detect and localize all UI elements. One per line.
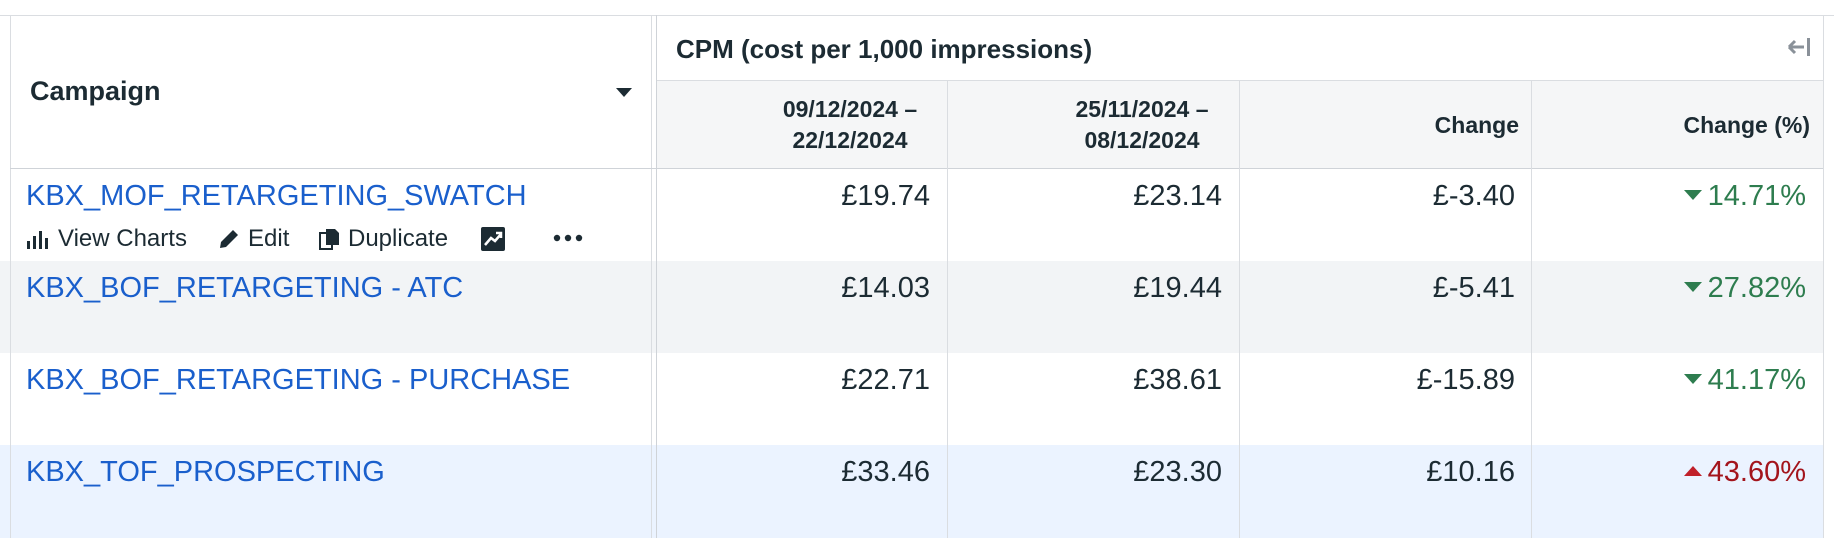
campaign-column-header[interactable]: Campaign (30, 76, 161, 107)
campaign-column-divider-inner (656, 15, 657, 538)
change-value: £10.16 (1426, 456, 1515, 488)
edit-button[interactable]: Edit (217, 225, 289, 253)
change-pct-text: 14.71% (1707, 180, 1806, 212)
right-border (1823, 15, 1824, 538)
current-period-header[interactable]: 09/12/2024 – 22/12/2024 (760, 94, 940, 156)
increase-triangle-icon (1683, 466, 1702, 477)
decrease-triangle-icon (1683, 374, 1702, 385)
header-bottom-border (10, 168, 1823, 169)
change-column-header[interactable]: Change (1260, 112, 1519, 139)
left-border (10, 15, 11, 538)
change-pct-text: 27.82% (1707, 272, 1806, 304)
change-pct-value: 14.71% (1560, 180, 1806, 213)
edit-label: Edit (248, 225, 290, 252)
column-divider-3 (1531, 80, 1532, 538)
duplicate-button[interactable]: Duplicate (318, 225, 448, 253)
previous-value: £38.61 (1133, 364, 1222, 396)
current-period-end: 22/12/2024 (792, 127, 908, 153)
change-pct-text: 41.17% (1707, 364, 1806, 396)
column-divider-2 (1239, 80, 1240, 538)
current-value: £19.74 (841, 180, 930, 212)
duplicate-label: Duplicate (348, 225, 449, 252)
metric-title-underline (657, 80, 1823, 81)
change-value: £-3.40 (1432, 180, 1515, 212)
caret-down-icon[interactable] (616, 88, 632, 97)
collapse-panel-icon[interactable] (1786, 35, 1812, 59)
previous-value: £23.30 (1133, 456, 1222, 488)
view-charts-button[interactable]: View Charts (26, 225, 187, 253)
current-value: £22.71 (841, 364, 930, 396)
change-value: £-5.41 (1432, 272, 1515, 304)
decrease-triangle-icon (1683, 282, 1702, 293)
duplicate-icon (318, 227, 342, 251)
view-charts-label: View Charts (58, 225, 187, 252)
bar-chart-icon (26, 228, 50, 250)
change-pct-value: 41.17% (1560, 364, 1806, 397)
previous-value: £23.14 (1133, 180, 1222, 212)
pencil-icon (217, 227, 241, 251)
campaign-link[interactable]: KBX_BOF_RETARGETING - PURCHASE (26, 364, 570, 397)
current-period-start: 09/12/2024 – (782, 96, 918, 122)
column-divider-1 (947, 80, 948, 538)
change-pct-column-header[interactable]: Change (%) (1550, 112, 1811, 139)
previous-period-start: 25/11/2024 – (1075, 96, 1209, 122)
campaign-link[interactable]: KBX_TOF_PROSPECTING (26, 456, 385, 489)
trend-chart-icon[interactable] (480, 226, 506, 252)
previous-period-end: 08/12/2024 (1084, 127, 1200, 153)
change-value: £-15.89 (1416, 364, 1515, 396)
table-top-border (0, 15, 1834, 16)
campaign-link[interactable]: KBX_BOF_RETARGETING - ATC (26, 272, 463, 305)
change-pct-text: 43.60% (1707, 456, 1806, 488)
campaign-column-divider[interactable] (651, 15, 652, 538)
previous-period-header[interactable]: 25/11/2024 – 08/12/2024 (1052, 94, 1232, 156)
current-value: £33.46 (841, 456, 930, 488)
previous-value: £19.44 (1133, 272, 1222, 304)
change-pct-value: 27.82% (1560, 272, 1806, 305)
current-value: £14.03 (841, 272, 930, 304)
decrease-triangle-icon (1683, 190, 1702, 201)
more-options-icon[interactable] (552, 226, 586, 250)
change-pct-value: 43.60% (1560, 456, 1806, 489)
metric-title: CPM (cost per 1,000 impressions) (676, 34, 1093, 64)
campaign-link[interactable]: KBX_MOF_RETARGETING_SWATCH (26, 180, 527, 213)
